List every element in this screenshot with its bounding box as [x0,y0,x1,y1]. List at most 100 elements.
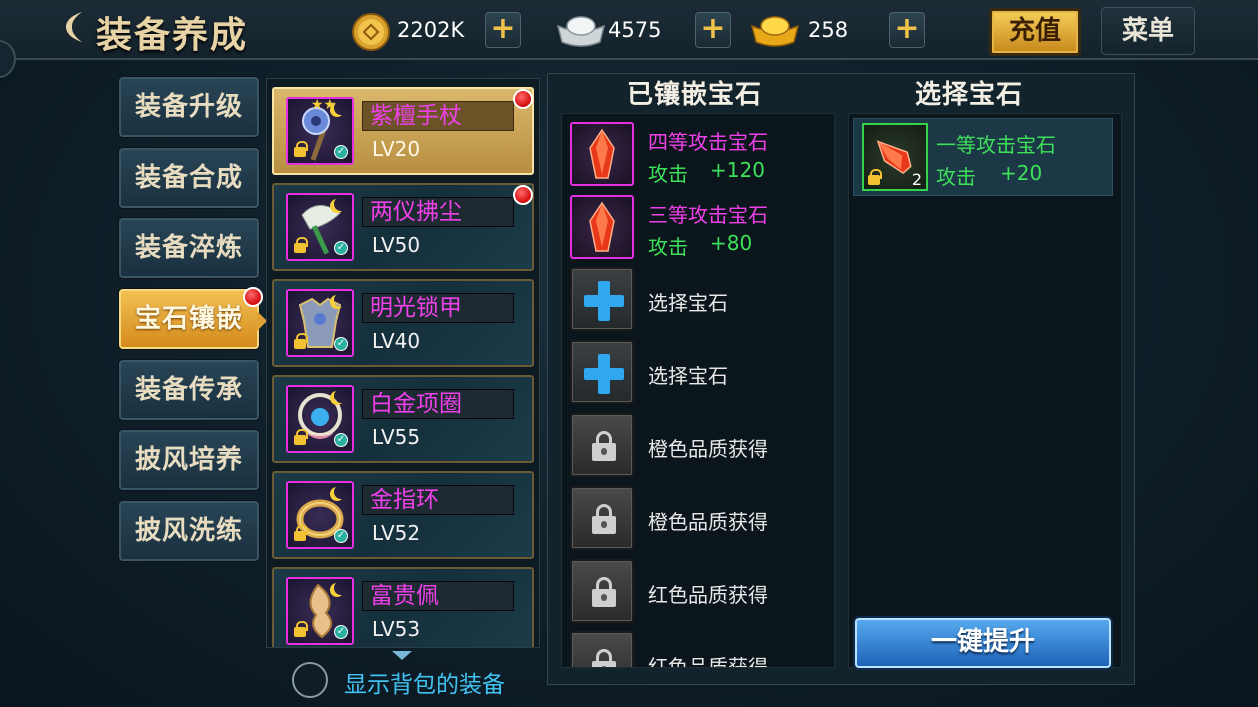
lock-icon [294,525,308,541]
equipment-item[interactable]: ✓ 两仪拂尘 LV50 [272,183,534,271]
staff-icon: ★★ ✓ [286,97,354,165]
moon-quality-icon [334,389,348,403]
armor-icon: ✓ [286,289,354,357]
padlock-icon [592,649,616,667]
gem-slot[interactable]: 四等攻击宝石 攻击 +120 [570,122,830,188]
silver-ingot-value: 4575 [608,18,662,42]
equipment-list[interactable]: ★★ ✓ 紫檀手杖 LV20 ✓ 两仪拂尘 LV50 ✓ 明光锁甲 LV40 ✓… [266,78,540,648]
slot-text: 橙色品质获得 [648,437,768,461]
top-bar: 装备养成 2202K + 4575 + 258 + 充值 菜单 [0,0,1258,78]
gem-slot-locked: 橙色品质获得 [570,486,830,552]
moon-quality-icon [334,101,348,115]
equipment-name: 金指环 [370,487,439,513]
gem-stat-value: +80 [710,231,753,255]
copper-coin-icon [352,13,390,51]
add-gem-button[interactable] [570,340,634,404]
menu-button[interactable]: 菜单 [1101,7,1195,55]
equipment-level: LV52 [372,521,421,545]
locked-slot [570,486,634,550]
silver-ingot-icon [556,16,606,47]
gem-stat-value: +120 [710,158,765,182]
lock-icon [294,237,308,253]
add-silver-button[interactable]: + [695,12,731,48]
tab-equip-upgrade[interactable]: 装备升级 [119,77,259,137]
inlaid-gems-title: 已镶嵌宝石 [627,80,763,110]
slot-text: 选择宝石 [648,364,728,388]
notification-dot [513,185,533,205]
gold-ingot-value: 258 [808,18,849,42]
lock-icon [294,429,308,445]
add-gold-button[interactable]: + [889,12,925,48]
lock-icon [294,141,308,157]
red-gem-icon: 2 [862,123,928,191]
show-bag-checkbox[interactable] [292,662,328,698]
inlaid-gem-list[interactable]: 四等攻击宝石 攻击 +120 三等攻击宝石 攻击 +80 选择宝石 选择宝石 橙… [561,113,835,668]
slot-text: 红色品质获得 [648,583,768,607]
gem-candidate[interactable]: 2 一等攻击宝石 攻击 +20 [853,118,1113,196]
padlock-icon [592,577,616,607]
equipment-item[interactable]: ✓ 金指环 LV52 [272,471,534,559]
gem-slot-empty[interactable]: 选择宝石 [570,267,830,333]
candidate-stat-value: +20 [1000,161,1043,185]
red-gem-icon [570,195,634,259]
candidate-stat-label: 攻击 [936,165,976,189]
equipment-level: LV53 [372,617,421,641]
moon-quality-icon [334,485,348,499]
gem-count: 2 [911,170,922,189]
recharge-button[interactable]: 充值 [989,8,1081,56]
whisk-icon: ✓ [286,193,354,261]
equipment-item[interactable]: ✓ 白金项圈 LV55 [272,375,534,463]
equipment-name: 紫檀手杖 [370,103,462,129]
tab-cape-reroll[interactable]: 披风洗练 [119,501,259,561]
gem-name: 四等攻击宝石 [648,130,768,154]
slot-text: 红色品质获得 [648,655,768,668]
pendant-icon: ✓ [286,577,354,645]
gem-slot-locked: 红色品质获得 [570,631,830,668]
gem-slot-locked: 橙色品质获得 [570,413,830,479]
equipment-name: 两仪拂尘 [370,199,462,225]
padlock-icon [592,504,616,534]
tab-equip-refine[interactable]: 装备淬炼 [119,218,259,278]
gem-name: 三等攻击宝石 [648,203,768,227]
equipped-check-icon: ✓ [334,433,348,447]
ring-icon: ✓ [286,481,354,549]
moon-quality-icon [334,293,348,307]
show-bag-label[interactable]: 显示背包的装备 [344,665,505,699]
back-arrow-icon[interactable] [62,10,88,44]
equipment-item[interactable]: ✓ 富贵佩 LV53 [272,567,534,647]
locked-slot [570,559,634,623]
gem-slot[interactable]: 三等攻击宝石 攻击 +80 [570,195,830,261]
equipment-name: 富贵佩 [370,583,439,609]
equipment-level: LV20 [372,137,421,161]
gem-selection-list[interactable] [848,113,1122,668]
plus-icon [584,281,624,321]
gem-slot-empty[interactable]: 选择宝石 [570,340,830,406]
one-click-upgrade-button[interactable]: 一键提升 [855,618,1111,668]
page-title: 装备养成 [96,14,249,56]
tab-equip-synthesis[interactable]: 装备合成 [119,148,259,208]
add-copper-button[interactable]: + [485,12,521,48]
equipped-check-icon: ✓ [334,337,348,351]
slot-text: 橙色品质获得 [648,510,768,534]
equipment-name: 明光锁甲 [370,295,462,321]
equipment-level: LV50 [372,233,421,257]
add-gem-button[interactable] [570,267,634,331]
tab-gem-inlay[interactable]: 宝石镶嵌 [119,287,267,349]
equipment-item[interactable]: ★★ ✓ 紫檀手杖 LV20 [272,87,534,175]
tab-equip-inherit[interactable]: 装备传承 [119,360,259,420]
equipped-check-icon: ✓ [334,241,348,255]
side-drawer-handle[interactable] [0,40,16,78]
tab-cape-train[interactable]: 披风培养 [119,430,259,490]
equipment-item[interactable]: ✓ 明光锁甲 LV40 [272,279,534,367]
equipment-name: 白金项圈 [370,391,462,417]
padlock-icon [592,431,616,461]
star-rank-icon: ★★ [310,97,336,113]
lock-icon [294,333,308,349]
equipped-check-icon: ✓ [334,145,348,159]
locked-slot [570,631,634,667]
gem-stat-label: 攻击 [648,235,688,259]
equipped-check-icon: ✓ [334,625,348,639]
scroll-down-arrow-icon[interactable] [392,651,412,660]
select-gem-title: 选择宝石 [915,80,1024,110]
moon-quality-icon [334,197,348,211]
